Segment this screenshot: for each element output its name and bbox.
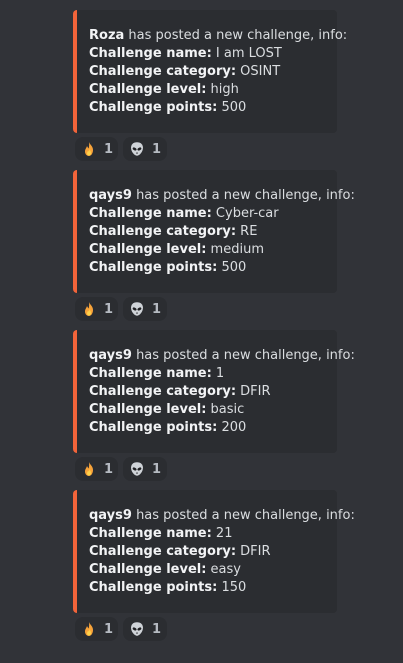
embed-body: qays9 has posted a new challenge, info: … <box>89 347 355 437</box>
challenge-category-label: Challenge category: <box>89 224 237 239</box>
challenge-category-line: Challenge category: RE <box>89 223 355 241</box>
challenge-embed: qays9 has posted a new challenge, info: … <box>73 490 355 613</box>
challenge-message: qays9 has posted a new challenge, info: … <box>73 170 355 321</box>
challenge-points-line: Challenge points: 200 <box>89 419 355 437</box>
challenge-level-line: Challenge level: high <box>89 81 347 99</box>
challenge-category-line: Challenge category: DFIR <box>89 543 355 561</box>
alien-icon <box>129 461 145 477</box>
challenge-name-line: Challenge name: I am LOST <box>89 45 347 63</box>
challenge-level-label: Challenge level: <box>89 562 207 577</box>
alien-reaction-button[interactable]: 1 <box>123 137 167 161</box>
fire-reaction-count: 1 <box>104 301 114 317</box>
challenge-name-line: Challenge name: Cyber-car <box>89 205 355 223</box>
alien-reaction-count: 1 <box>152 621 162 637</box>
intro-text: has posted a new challenge, info: <box>131 348 355 363</box>
intro-text: has posted a new challenge, info: <box>131 188 355 203</box>
intro-text: has posted a new challenge, info: <box>124 28 348 43</box>
challenge-embed: qays9 has posted a new challenge, info: … <box>73 170 355 293</box>
alien-reaction-button[interactable]: 1 <box>123 297 167 321</box>
challenge-points-label: Challenge points: <box>89 100 218 115</box>
embed-intro-line: qays9 has posted a new challenge, info: <box>89 507 355 525</box>
challenge-message: qays9 has posted a new challenge, info: … <box>73 330 355 481</box>
poster-name[interactable]: qays9 <box>89 508 132 523</box>
challenge-name-value: Cyber-car <box>211 206 279 221</box>
challenge-embed: Roza has posted a new challenge, info: C… <box>73 10 347 133</box>
embed-intro-line: qays9 has posted a new challenge, info: <box>89 187 355 205</box>
fire-reaction-count: 1 <box>104 141 114 157</box>
challenge-points-line: Challenge points: 500 <box>89 259 355 277</box>
poster-name[interactable]: Roza <box>89 28 124 43</box>
fire-reaction-button[interactable]: 1 <box>75 617 118 641</box>
challenge-category-label: Challenge category: <box>89 64 237 79</box>
challenge-level-label: Challenge level: <box>89 82 207 97</box>
message-feed: Roza has posted a new challenge, info: C… <box>0 0 403 663</box>
challenge-level-line: Challenge level: basic <box>89 401 355 419</box>
embed-body: qays9 has posted a new challenge, info: … <box>89 507 355 597</box>
fire-icon <box>81 301 97 317</box>
challenge-name-value: I am LOST <box>211 46 282 61</box>
alien-reaction-button[interactable]: 1 <box>123 457 167 481</box>
challenge-level-value: medium <box>206 242 264 257</box>
embed-intro-line: Roza has posted a new challenge, info: <box>89 27 347 45</box>
challenge-name-label: Challenge name: <box>89 366 212 381</box>
challenge-points-label: Challenge points: <box>89 260 218 275</box>
challenge-level-value: easy <box>206 562 241 577</box>
embed-body: qays9 has posted a new challenge, info: … <box>89 187 355 277</box>
poster-name[interactable]: qays9 <box>89 348 132 363</box>
challenge-points-label: Challenge points: <box>89 420 218 435</box>
alien-reaction-button[interactable]: 1 <box>123 617 167 641</box>
challenge-message: Roza has posted a new challenge, info: C… <box>73 10 347 161</box>
poster-name[interactable]: qays9 <box>89 188 132 203</box>
challenge-name-label: Challenge name: <box>89 206 212 221</box>
embed-intro-line: qays9 has posted a new challenge, info: <box>89 347 355 365</box>
challenge-level-label: Challenge level: <box>89 242 207 257</box>
challenge-name-value: 1 <box>211 366 225 381</box>
challenge-name-label: Challenge name: <box>89 46 212 61</box>
challenge-category-line: Challenge category: OSINT <box>89 63 347 81</box>
challenge-level-value: high <box>206 82 239 97</box>
challenge-name-line: Challenge name: 1 <box>89 365 355 383</box>
challenge-category-value: DFIR <box>236 544 271 559</box>
intro-text: has posted a new challenge, info: <box>131 508 355 523</box>
challenge-points-value: 500 <box>217 260 247 275</box>
fire-reaction-button[interactable]: 1 <box>75 457 118 481</box>
challenge-points-line: Challenge points: 500 <box>89 99 347 117</box>
fire-reaction-count: 1 <box>104 461 114 477</box>
challenge-name-label: Challenge name: <box>89 526 212 541</box>
alien-icon <box>129 301 145 317</box>
challenge-level-line: Challenge level: medium <box>89 241 355 259</box>
challenge-category-value: DFIR <box>236 384 271 399</box>
alien-reaction-count: 1 <box>152 301 162 317</box>
challenge-name-line: Challenge name: 21 <box>89 525 355 543</box>
fire-reaction-button[interactable]: 1 <box>75 137 118 161</box>
challenge-points-value: 150 <box>217 580 247 595</box>
alien-icon <box>129 141 145 157</box>
challenge-name-value: 21 <box>211 526 233 541</box>
challenge-points-label: Challenge points: <box>89 580 218 595</box>
fire-reaction-button[interactable]: 1 <box>75 297 118 321</box>
challenge-points-value: 500 <box>217 100 247 115</box>
challenge-points-value: 200 <box>217 420 247 435</box>
challenge-points-line: Challenge points: 150 <box>89 579 355 597</box>
challenge-level-value: basic <box>206 402 245 417</box>
challenge-message: qays9 has posted a new challenge, info: … <box>73 490 355 641</box>
challenge-embed: qays9 has posted a new challenge, info: … <box>73 330 355 453</box>
fire-icon <box>81 621 97 637</box>
challenge-category-label: Challenge category: <box>89 544 237 559</box>
alien-reaction-count: 1 <box>152 461 162 477</box>
embed-body: Roza has posted a new challenge, info: C… <box>89 27 347 117</box>
fire-reaction-count: 1 <box>104 621 114 637</box>
challenge-category-label: Challenge category: <box>89 384 237 399</box>
fire-icon <box>81 461 97 477</box>
challenge-level-line: Challenge level: easy <box>89 561 355 579</box>
challenge-category-value: OSINT <box>236 64 281 79</box>
alien-icon <box>129 621 145 637</box>
alien-reaction-count: 1 <box>152 141 162 157</box>
challenge-category-value: RE <box>236 224 258 239</box>
challenge-category-line: Challenge category: DFIR <box>89 383 355 401</box>
fire-icon <box>81 141 97 157</box>
challenge-level-label: Challenge level: <box>89 402 207 417</box>
